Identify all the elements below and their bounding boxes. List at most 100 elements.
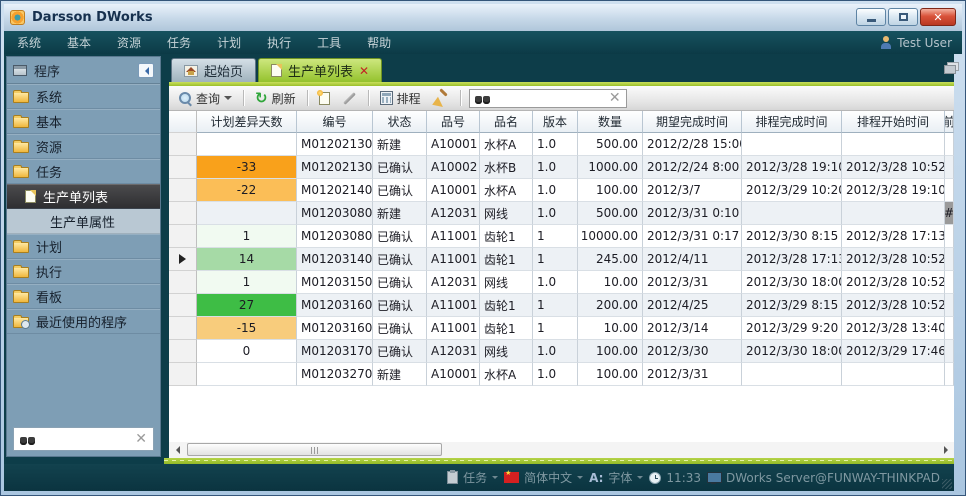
column-header-2[interactable]: 状态 (373, 111, 427, 133)
cell-r3-c3[interactable]: A12031 (427, 202, 480, 225)
cell-r6-c10[interactable] (945, 271, 954, 294)
cell-r0-c0[interactable] (197, 133, 297, 156)
cell-r10-c8[interactable] (742, 363, 842, 386)
cell-r2-c0[interactable]: -22 (197, 179, 297, 202)
cell-r6-c4[interactable]: 网线 (480, 271, 533, 294)
cell-r10-c2[interactable]: 新建 (373, 363, 427, 386)
cell-r10-c9[interactable] (842, 363, 945, 386)
table-row[interactable]: -15M012031602已确认A11001齿轮1110.002012/3/14… (169, 317, 954, 340)
cell-r4-c6[interactable]: 10000.00 (578, 225, 643, 248)
cell-r4-c0[interactable]: 1 (197, 225, 297, 248)
cell-r5-c8[interactable]: 2012/3/28 17:13 (742, 248, 842, 271)
column-header-4[interactable]: 品名 (480, 111, 533, 133)
cell-r2-c1[interactable]: M012021401 (297, 179, 373, 202)
cell-r4-c2[interactable]: 已确认 (373, 225, 427, 248)
cell-r10-c4[interactable]: 水杯A (480, 363, 533, 386)
user-badge[interactable]: Test User (880, 31, 952, 54)
refresh-button[interactable]: ↻ 刷新 (252, 88, 299, 109)
cell-r4-c3[interactable]: A11001 (427, 225, 480, 248)
cell-r1-c8[interactable]: 2012/3/28 19:10 (742, 156, 842, 179)
cell-r4-c4[interactable]: 齿轮1 (480, 225, 533, 248)
cell-r3-c7[interactable]: 2012/3/31 0:10 (643, 202, 742, 225)
cell-r0-c10[interactable] (945, 133, 954, 156)
cell-r6-c1[interactable]: M012031501 (297, 271, 373, 294)
cell-r5-c4[interactable]: 齿轮1 (480, 248, 533, 271)
cell-r1-c5[interactable]: 1.0 (533, 156, 578, 179)
cell-r10-c7[interactable]: 2012/3/31 (643, 363, 742, 386)
cell-r1-c9[interactable]: 2012/3/28 10:52 (842, 156, 945, 179)
cell-r2-c6[interactable]: 100.00 (578, 179, 643, 202)
tab-close-icon[interactable]: ✕ (359, 65, 369, 77)
cell-r9-c5[interactable]: 1.0 (533, 340, 578, 363)
menu-item-4[interactable]: 计划 (204, 31, 254, 54)
cell-r4-c9[interactable]: 2012/3/28 17:13 (842, 225, 945, 248)
column-header-10[interactable]: 前 (945, 111, 954, 133)
cell-r1-c1[interactable]: M012021302 (297, 156, 373, 179)
column-header-3[interactable]: 品号 (427, 111, 480, 133)
cell-r4-c5[interactable]: 1 (533, 225, 578, 248)
table-row[interactable]: -22M012021401已确认A10001水杯A1.0100.002012/3… (169, 179, 954, 202)
cell-r5-c1[interactable]: M012031402 (297, 248, 373, 271)
table-row[interactable]: 1M012030802已确认A11001齿轮1110000.002012/3/3… (169, 225, 954, 248)
cell-r5-c9[interactable]: 2012/3/28 10:52 (842, 248, 945, 271)
cell-r9-c3[interactable]: A12031 (427, 340, 480, 363)
cell-r7-c0[interactable]: 27 (197, 294, 297, 317)
status-language[interactable]: 简体中文 (504, 469, 583, 486)
minimize-button[interactable] (856, 8, 886, 26)
menu-item-7[interactable]: 帮助 (354, 31, 404, 54)
horizontal-scrollbar[interactable] (169, 442, 954, 458)
cell-r2-c7[interactable]: 2012/3/7 (643, 179, 742, 202)
cell-r8-c4[interactable]: 齿轮1 (480, 317, 533, 340)
cell-r0-c5[interactable]: 1.0 (533, 133, 578, 156)
sidebar-item-0[interactable]: 系统 (7, 84, 160, 109)
cell-r2-c9[interactable]: 2012/3/28 19:10 (842, 179, 945, 202)
cell-r7-c7[interactable]: 2012/4/25 (643, 294, 742, 317)
cell-r0-c6[interactable]: 500.00 (578, 133, 643, 156)
resize-grip[interactable] (942, 479, 952, 489)
clear-schedule-button[interactable] (430, 89, 452, 108)
cell-r3-c5[interactable]: 1.0 (533, 202, 578, 225)
cell-r0-c9[interactable] (842, 133, 945, 156)
cell-r7-c4[interactable]: 齿轮1 (480, 294, 533, 317)
cell-r4-c1[interactable]: M012030802 (297, 225, 373, 248)
column-header-9[interactable]: 排程开始时间 (842, 111, 945, 133)
sidebar-item-2[interactable]: 资源 (7, 134, 160, 159)
cell-r2-c10[interactable] (945, 179, 954, 202)
cell-r4-c8[interactable]: 2012/3/30 8:15 (742, 225, 842, 248)
cell-r9-c4[interactable]: 网线 (480, 340, 533, 363)
row-selector[interactable] (169, 271, 197, 294)
cell-r9-c1[interactable]: M012031701 (297, 340, 373, 363)
cell-r9-c10[interactable] (945, 340, 954, 363)
cell-r3-c8[interactable] (742, 202, 842, 225)
table-row[interactable]: 1M012031501已确认A12031网线1.010.002012/3/312… (169, 271, 954, 294)
title-bar[interactable]: Darsson DWorks ✕ (4, 4, 962, 31)
cell-r3-c0[interactable] (197, 202, 297, 225)
query-button[interactable]: 查询 (175, 88, 235, 109)
column-header-1[interactable]: 编号 (297, 111, 373, 133)
cell-r10-c1[interactable]: M012032701 (297, 363, 373, 386)
cell-r0-c2[interactable]: 新建 (373, 133, 427, 156)
menu-item-6[interactable]: 工具 (304, 31, 354, 54)
cell-r4-c7[interactable]: 2012/3/31 0:17 (643, 225, 742, 248)
new-button[interactable] (316, 90, 333, 107)
cell-r6-c7[interactable]: 2012/3/31 (643, 271, 742, 294)
cell-r7-c1[interactable]: M012031601 (297, 294, 373, 317)
cell-r7-c10[interactable] (945, 294, 954, 317)
menu-item-1[interactable]: 基本 (54, 31, 104, 54)
cell-r5-c6[interactable]: 245.00 (578, 248, 643, 271)
cell-r3-c2[interactable]: 新建 (373, 202, 427, 225)
cell-r1-c2[interactable]: 已确认 (373, 156, 427, 179)
cell-r1-c7[interactable]: 2012/2/24 8:00 (643, 156, 742, 179)
menu-item-3[interactable]: 任务 (154, 31, 204, 54)
sidebar-item-6[interactable]: 计划 (7, 234, 160, 259)
table-row[interactable]: 14M012031402已确认A11001齿轮11245.002012/4/11… (169, 248, 954, 271)
cell-r9-c2[interactable]: 已确认 (373, 340, 427, 363)
cell-r4-c10[interactable] (945, 225, 954, 248)
cell-r8-c8[interactable]: 2012/3/29 9:20 (742, 317, 842, 340)
cell-r5-c5[interactable]: 1 (533, 248, 578, 271)
cell-r2-c5[interactable]: 1.0 (533, 179, 578, 202)
sidebar-item-3[interactable]: 任务 (7, 159, 160, 184)
cell-r3-c10[interactable]: # (945, 202, 954, 225)
sidebar-item-8[interactable]: 看板 (7, 284, 160, 309)
scroll-track[interactable] (185, 442, 938, 458)
